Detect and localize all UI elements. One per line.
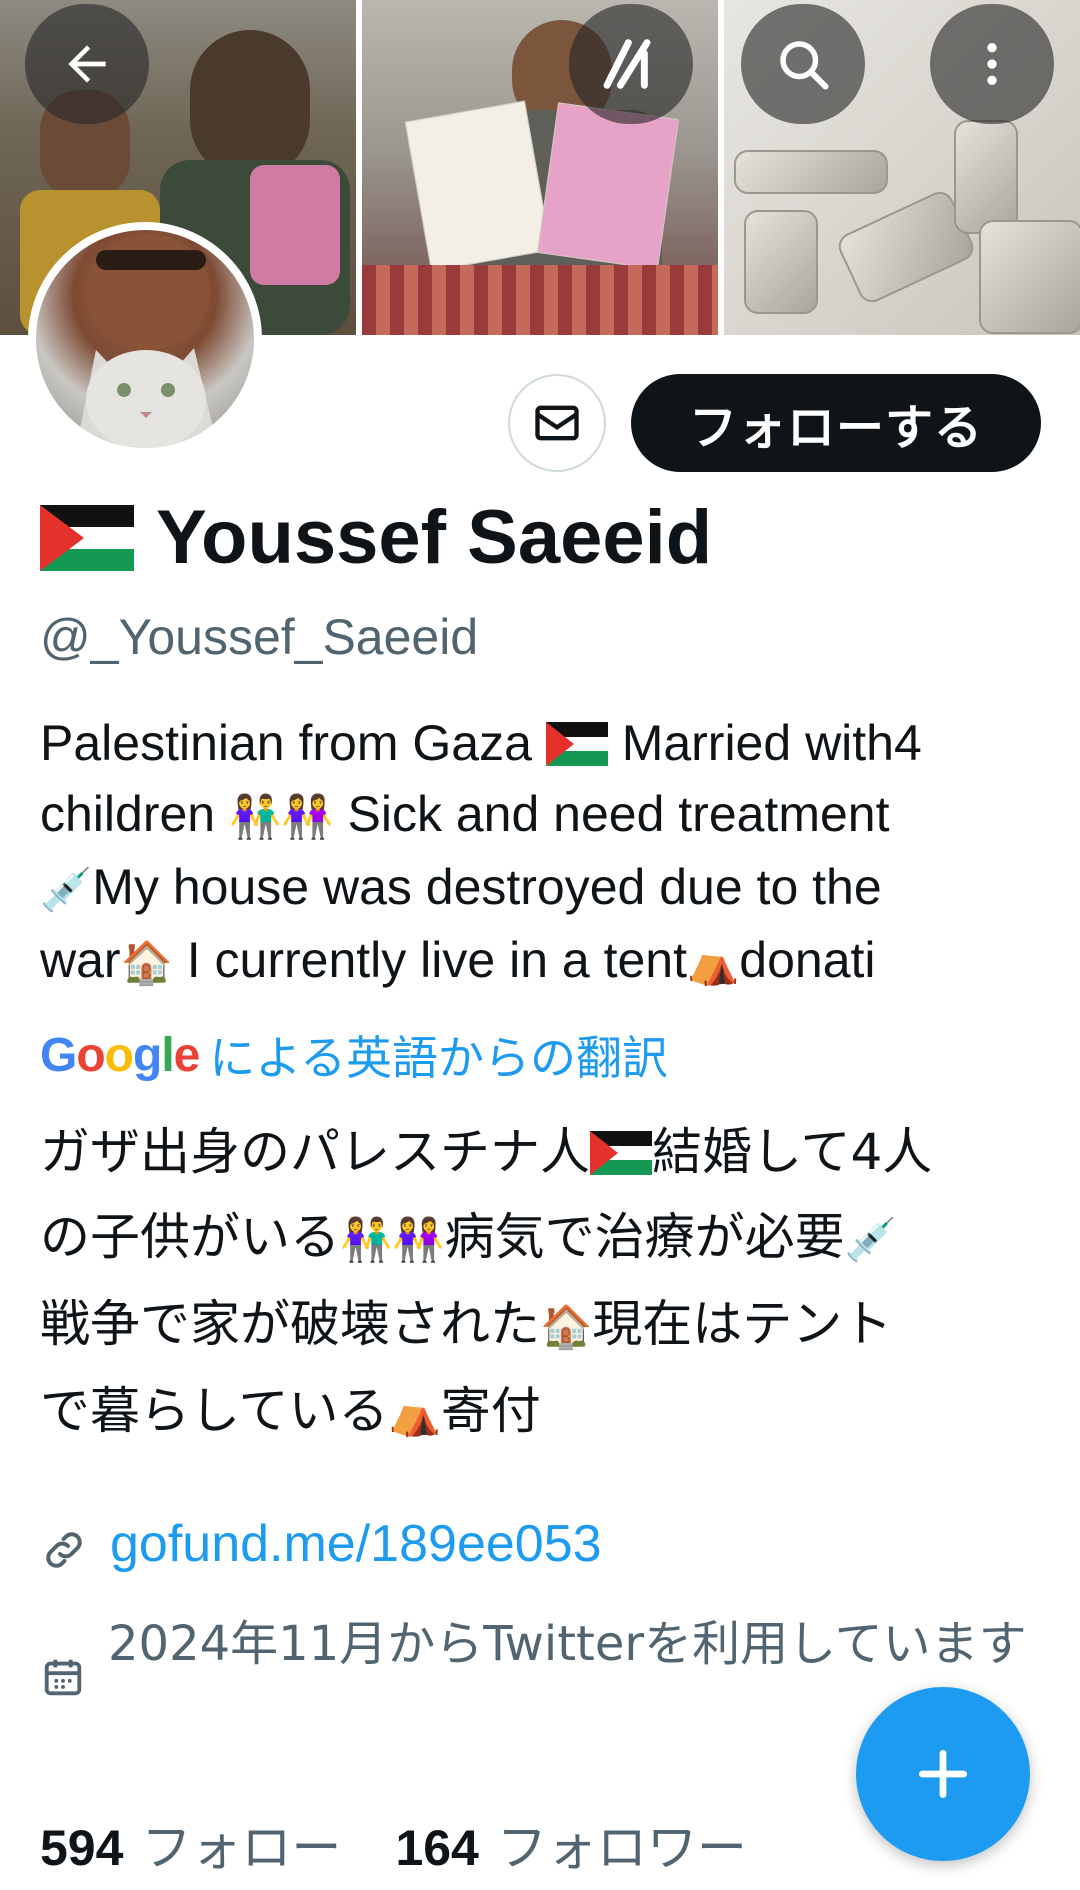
mail-icon [535,405,579,441]
joined-date-row: 2024年11月からTwitterを利用しています [40,1602,1068,1700]
people-icon: 👫👭 [340,1215,445,1264]
tent-icon: ⛺ [687,938,740,987]
more-button[interactable] [930,4,1054,124]
syringe-icon: 💉 [844,1215,897,1264]
palestine-flag-icon [545,722,608,766]
user-handle: @_Youssef_Saeeid [40,609,479,665]
bio-line-4: war🏠 I currently live in a tent⛺donati [40,925,1040,998]
house-icon: 🏠 [540,1302,593,1351]
bio-line-3: 💉My house was destroyed due to the [40,852,1040,925]
palestine-flag-icon [590,1131,652,1175]
profile-link[interactable]: gofund.me/189ee053 [110,1514,602,1574]
bio-line-1: Palestinian from Gaza Married with4 [40,715,922,771]
followers-count[interactable]: 164 [395,1819,478,1877]
back-button[interactable] [25,4,149,124]
google-logo: Google [40,1028,200,1082]
palestine-flag-icon [40,505,134,571]
plus-icon [918,1749,968,1799]
follow-counts: 594 フォロー 164 フォロワー [40,1808,783,1880]
more-vertical-icon [987,43,997,85]
syringe-icon: 💉 [40,865,93,914]
translated-bio: ガザ出身のパレスチナ人 結婚して4人 の子供がいる👫👭病気で治療が必要💉 戦争で家… [40,1110,1050,1456]
link-icon [46,1532,82,1568]
people-icon: 👫👭 [229,792,334,841]
tent-icon: ⛺ [388,1389,441,1438]
following-count[interactable]: 594 [40,1819,123,1877]
bio: Palestinian from Gaza Married with4 chil… [40,708,1040,998]
translation-attribution[interactable]: Google による英語からの翻訳 [40,1022,668,1088]
calendar-icon [44,1659,82,1696]
joined-date: 2024年11月からTwitterを利用しています [108,1616,1027,1672]
search-button[interactable] [741,4,865,124]
back-arrow-icon [68,45,106,83]
avatar[interactable] [28,222,262,456]
message-button[interactable] [508,374,606,472]
translation-label[interactable]: による英語からの翻訳 [209,1022,668,1088]
followers-label[interactable]: フォロワー [497,1808,747,1880]
grok-button[interactable] [569,4,693,124]
avatar-image [76,234,218,448]
compose-button[interactable] [856,1687,1030,1861]
profile-link-row: gofund.me/189ee053 [40,1514,602,1574]
following-label[interactable]: フォロー [141,1808,341,1880]
house-icon: 🏠 [120,938,173,987]
bio-line-2: children 👫👭 Sick and need treatment [40,779,1040,852]
search-icon [780,41,829,90]
display-name: Youssef Saeeid [156,495,713,580]
follow-button[interactable]: フォローする [631,374,1041,472]
grok-icon [603,39,651,89]
profile-name-row: Youssef Saeeid [40,500,712,576]
